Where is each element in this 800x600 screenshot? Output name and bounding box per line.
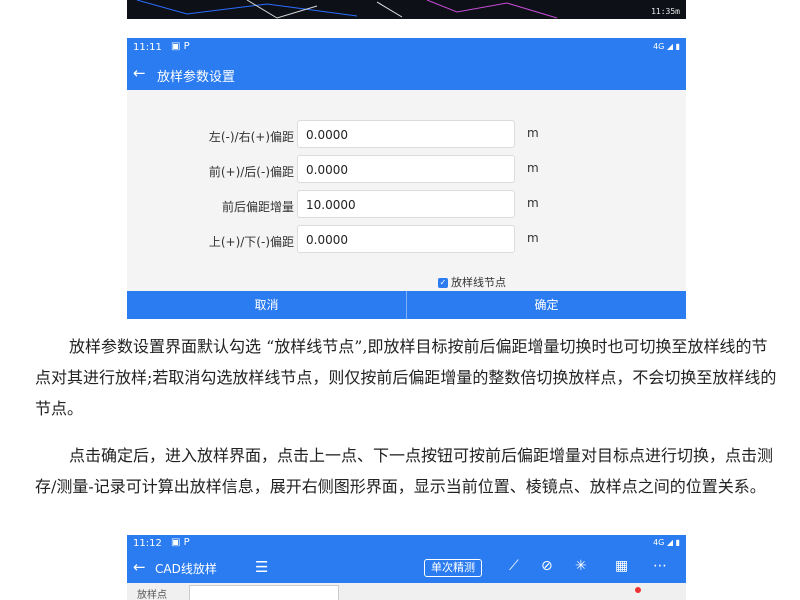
app-bar: ← 放样参数设置 bbox=[127, 58, 686, 90]
map-scale-label: 11:35m bbox=[651, 7, 680, 16]
paragraph-1: 放样参数设置界面默认勾选 “放样线节点”,即放样目标按前后偏距增量切换时也可切换… bbox=[35, 337, 777, 418]
survey-icon[interactable]: ⟋ bbox=[509, 558, 519, 574]
back-arrow-icon[interactable]: ← bbox=[133, 64, 146, 82]
unit-label: m bbox=[527, 126, 539, 140]
checkbox-checked-icon[interactable]: ✓ bbox=[438, 278, 448, 288]
form-row-ud-offset: 上(+)/下(-)偏距 0.0000 m bbox=[127, 225, 686, 255]
settings-form: 左(-)/右(+)偏距 0.0000 m 前(+)/后(-)偏距 0.0000 … bbox=[127, 90, 686, 294]
page-title: CAD线放样 bbox=[155, 562, 217, 576]
page-title: 放样参数设置 bbox=[157, 70, 236, 85]
button-bar: 取消 确定 bbox=[127, 291, 686, 319]
field-label: 前后偏距增量 bbox=[221, 200, 294, 214]
ud-offset-input[interactable]: 0.0000 bbox=[297, 225, 515, 253]
signal-battery-icon: 4G ◢ ▮ bbox=[653, 538, 680, 547]
single-precise-measure-button[interactable]: 单次精测 bbox=[424, 559, 482, 577]
unit-label: m bbox=[527, 161, 539, 175]
fb-offset-input[interactable]: 0.0000 bbox=[297, 155, 515, 183]
star-icon[interactable]: ✳ bbox=[575, 558, 587, 574]
stakeout-point-row: 放样点 bbox=[127, 583, 686, 600]
field-label: 前(+)/后(-)偏距 bbox=[208, 165, 294, 179]
form-row-fb-increment: 前后偏距增量 10.0000 m bbox=[127, 190, 686, 220]
field-label: 上(+)/下(-)偏距 bbox=[208, 235, 294, 249]
settings-screenshot: 11:11 ▣ P 4G ◢ ▮ ← 放样参数设置 左(-)/右(+)偏距 0.… bbox=[127, 38, 686, 319]
status-time: 11:11 bbox=[133, 42, 162, 53]
cad-drawing-lines bbox=[136, 0, 558, 19]
unit-label: m bbox=[527, 196, 539, 210]
lr-offset-input[interactable]: 0.0000 bbox=[297, 120, 515, 148]
confirm-button[interactable]: 确定 bbox=[407, 291, 686, 319]
stakeout-node-option[interactable]: ✓ 放样线节点 bbox=[438, 274, 506, 290]
unit-label: m bbox=[527, 231, 539, 245]
status-bar: 11:12 ▣ P 4G ◢ ▮ bbox=[127, 535, 686, 553]
no-signal-icon[interactable]: ⊘ bbox=[541, 558, 553, 574]
status-icons: ▣ P bbox=[171, 41, 190, 52]
checkbox-label: 放样线节点 bbox=[451, 276, 506, 289]
cad-screenshot-top: 11:35m bbox=[127, 0, 686, 19]
menu-icon[interactable]: ☰ bbox=[255, 558, 268, 576]
back-arrow-icon[interactable]: ← bbox=[133, 558, 146, 576]
fb-increment-input[interactable]: 10.0000 bbox=[297, 190, 515, 218]
status-bar: 11:11 ▣ P 4G ◢ ▮ bbox=[127, 38, 686, 58]
status-icons: ▣ P bbox=[171, 537, 190, 548]
row-label: 放样点 bbox=[137, 590, 167, 600]
app-bar: ← CAD线放样 ☰ 单次精测 ⟋ ⊘ ✳ ▦ ⋯ bbox=[127, 553, 686, 583]
cad-stakeout-screenshot: 11:12 ▣ P 4G ◢ ▮ ← CAD线放样 ☰ 单次精测 ⟋ ⊘ ✳ ▦… bbox=[127, 535, 686, 600]
field-label: 左(-)/右(+)偏距 bbox=[208, 130, 294, 144]
status-dot-icon bbox=[635, 587, 641, 593]
stakeout-point-field[interactable] bbox=[189, 585, 339, 600]
form-row-lr-offset: 左(-)/右(+)偏距 0.0000 m bbox=[127, 120, 686, 150]
paragraph-2: 点击确定后，进入放样界面，点击上一点、下一点按钮可按前后偏距增量对目标点进行切换… bbox=[35, 446, 774, 496]
more-icon[interactable]: ⋯ bbox=[653, 558, 667, 574]
cancel-button[interactable]: 取消 bbox=[127, 291, 407, 319]
table-icon[interactable]: ▦ bbox=[615, 558, 628, 574]
status-time: 11:12 bbox=[133, 538, 162, 549]
signal-battery-icon: 4G ◢ ▮ bbox=[653, 42, 680, 51]
form-row-fb-offset: 前(+)/后(-)偏距 0.0000 m bbox=[127, 155, 686, 185]
